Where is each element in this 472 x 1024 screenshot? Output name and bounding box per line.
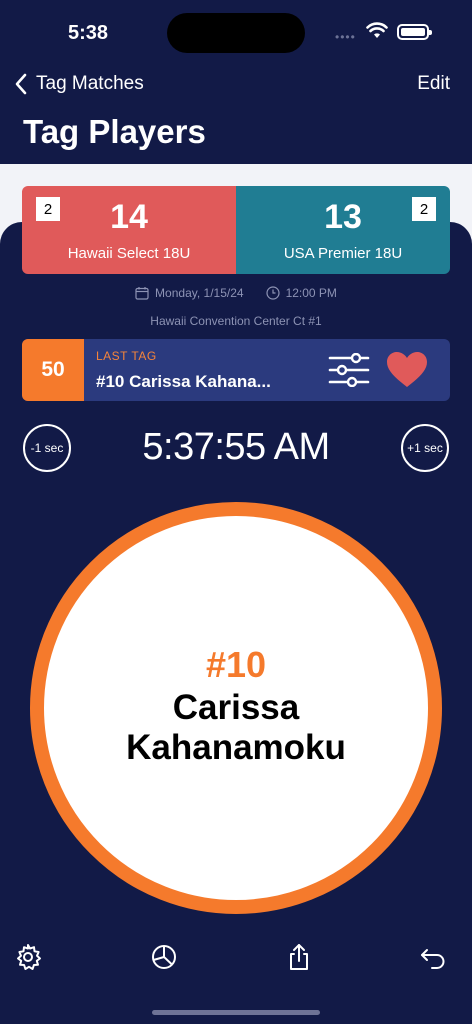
battery-icon bbox=[397, 24, 432, 40]
status-time: 5:38 bbox=[68, 22, 109, 44]
match-date: Monday, 1/15/24 bbox=[155, 286, 244, 300]
gear-icon bbox=[17, 944, 41, 970]
page-title: Tag Players bbox=[23, 113, 206, 150]
scoreboard: 2 14 Hawaii Select 18U 2 13 USA Premier … bbox=[22, 186, 450, 274]
current-player-number: #10 bbox=[205, 644, 267, 685]
tag-player-button[interactable]: #10 Carissa Kahanamoku bbox=[30, 502, 442, 914]
match-time: 12:00 PM bbox=[285, 286, 337, 300]
undo-button[interactable] bbox=[418, 942, 448, 972]
home-team-score: 14 bbox=[110, 198, 148, 236]
signal-icon: •••• bbox=[335, 30, 356, 44]
heart-icon[interactable] bbox=[386, 351, 428, 389]
dynamic-island bbox=[167, 13, 305, 53]
sliders-icon[interactable] bbox=[328, 353, 370, 387]
away-team-name: USA Premier 18U bbox=[283, 245, 403, 262]
last-tag-label: LAST TAG bbox=[96, 349, 157, 363]
wifi-icon bbox=[366, 22, 388, 38]
clock-icon bbox=[265, 286, 280, 300]
last-tag-number: 50 bbox=[22, 339, 84, 401]
home-team-score-button[interactable]: 2 14 Hawaii Select 18U bbox=[22, 186, 236, 274]
undo-icon bbox=[421, 949, 445, 969]
share-button[interactable] bbox=[284, 942, 314, 972]
calendar-icon bbox=[135, 287, 149, 300]
pie-chart-icon bbox=[152, 945, 176, 969]
away-team-score-button[interactable]: 2 13 USA Premier 18U bbox=[236, 186, 450, 274]
home-team-name: Hawaii Select 18U bbox=[67, 245, 191, 262]
match-venue: Hawaii Convention Center Ct #1 bbox=[150, 314, 322, 328]
back-button[interactable]: Tag Matches bbox=[14, 70, 144, 98]
current-player-name: Carissa Kahanamoku bbox=[126, 688, 346, 767]
edit-button[interactable]: Edit bbox=[417, 73, 450, 95]
last-tag-player: #10 Carissa Kahana... bbox=[96, 372, 271, 391]
plus-one-second-button[interactable]: +1 sec bbox=[401, 424, 449, 472]
last-tag-card[interactable]: 50 LAST TAG #10 Carissa Kahana... bbox=[22, 339, 450, 401]
status-bar: 5:38 •••• bbox=[0, 0, 472, 64]
away-team-score: 13 bbox=[324, 198, 362, 236]
share-icon bbox=[290, 944, 308, 970]
stats-button[interactable] bbox=[149, 942, 179, 972]
settings-button[interactable] bbox=[13, 942, 43, 972]
match-datetime: Monday, 1/15/24 12:00 PM bbox=[0, 286, 472, 300]
home-indicator bbox=[152, 1010, 320, 1015]
chevron-left-icon bbox=[15, 73, 27, 95]
back-label: Tag Matches bbox=[36, 73, 144, 94]
